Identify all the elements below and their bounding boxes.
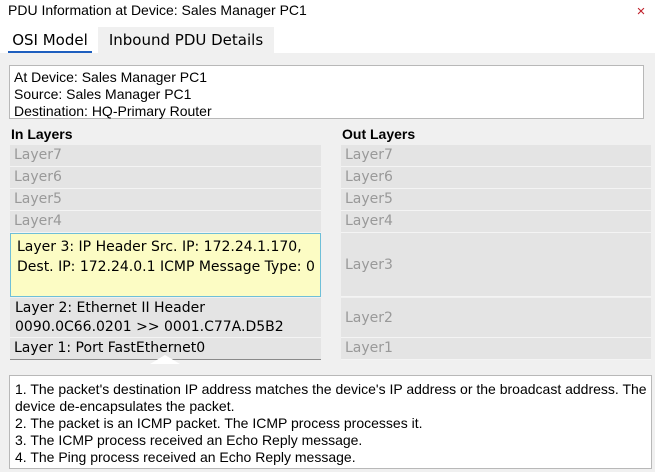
device-line: At Device: Sales Manager PC1: [14, 69, 207, 85]
source-line: Source: Sales Manager PC1: [14, 86, 192, 102]
out-layer-7[interactable]: Layer7: [341, 145, 651, 167]
in-layer-5[interactable]: Layer5: [10, 189, 321, 211]
destination-line: Destination: HQ-Primary Router: [14, 103, 212, 119]
out-layer-2[interactable]: Layer2: [341, 298, 651, 338]
tab-label: Inbound PDU Details: [108, 31, 264, 49]
in-layers-header: In Layers: [11, 126, 73, 142]
close-icon[interactable]: ×: [632, 3, 650, 21]
in-layer-2[interactable]: Layer 2: Ethernet II Header 0090.0C66.02…: [10, 298, 321, 338]
out-layer-6[interactable]: Layer6: [341, 167, 651, 189]
in-layer-3[interactable]: Layer 3: IP Header Src. IP: 172.24.1.170…: [10, 233, 321, 297]
out-layer-3[interactable]: Layer3: [341, 233, 651, 297]
out-layer-1[interactable]: Layer1: [341, 338, 651, 360]
tab-inbound-pdu-details[interactable]: Inbound PDU Details: [98, 27, 274, 53]
in-layer-7[interactable]: Layer7: [10, 145, 321, 167]
description-line: 2. The packet is an ICMP packet. The ICM…: [15, 415, 423, 431]
tab-bar: OSI Model Inbound PDU Details: [0, 25, 655, 53]
description-line: 1. The packet's destination IP address m…: [15, 381, 647, 414]
layer-flow-arrow-icon: [150, 355, 180, 364]
osi-model-panel: At Device: Sales Manager PC1 Source: Sal…: [0, 53, 655, 472]
window-title: PDU Information at Device: Sales Manager…: [8, 2, 307, 18]
out-layer-4[interactable]: Layer4: [341, 211, 651, 233]
description-line: 4. The Ping process received an Echo Rep…: [15, 449, 356, 465]
description-box: 1. The packet's destination IP address m…: [9, 375, 652, 469]
out-layers-header: Out Layers: [342, 126, 416, 142]
out-layer-5[interactable]: Layer5: [341, 189, 651, 211]
in-layer-6[interactable]: Layer6: [10, 167, 321, 189]
tab-osi-model[interactable]: OSI Model: [4, 27, 96, 53]
description-line: 3. The ICMP process received an Echo Rep…: [15, 432, 363, 448]
in-layer-2-text: Layer 2: Ethernet II Header 0090.0C66.02…: [15, 300, 284, 335]
title-bar: PDU Information at Device: Sales Manager…: [0, 0, 655, 24]
pdu-info-box: At Device: Sales Manager PC1 Source: Sal…: [9, 65, 644, 119]
tab-label: OSI Model: [12, 31, 88, 49]
in-layer-4[interactable]: Layer4: [10, 211, 321, 233]
